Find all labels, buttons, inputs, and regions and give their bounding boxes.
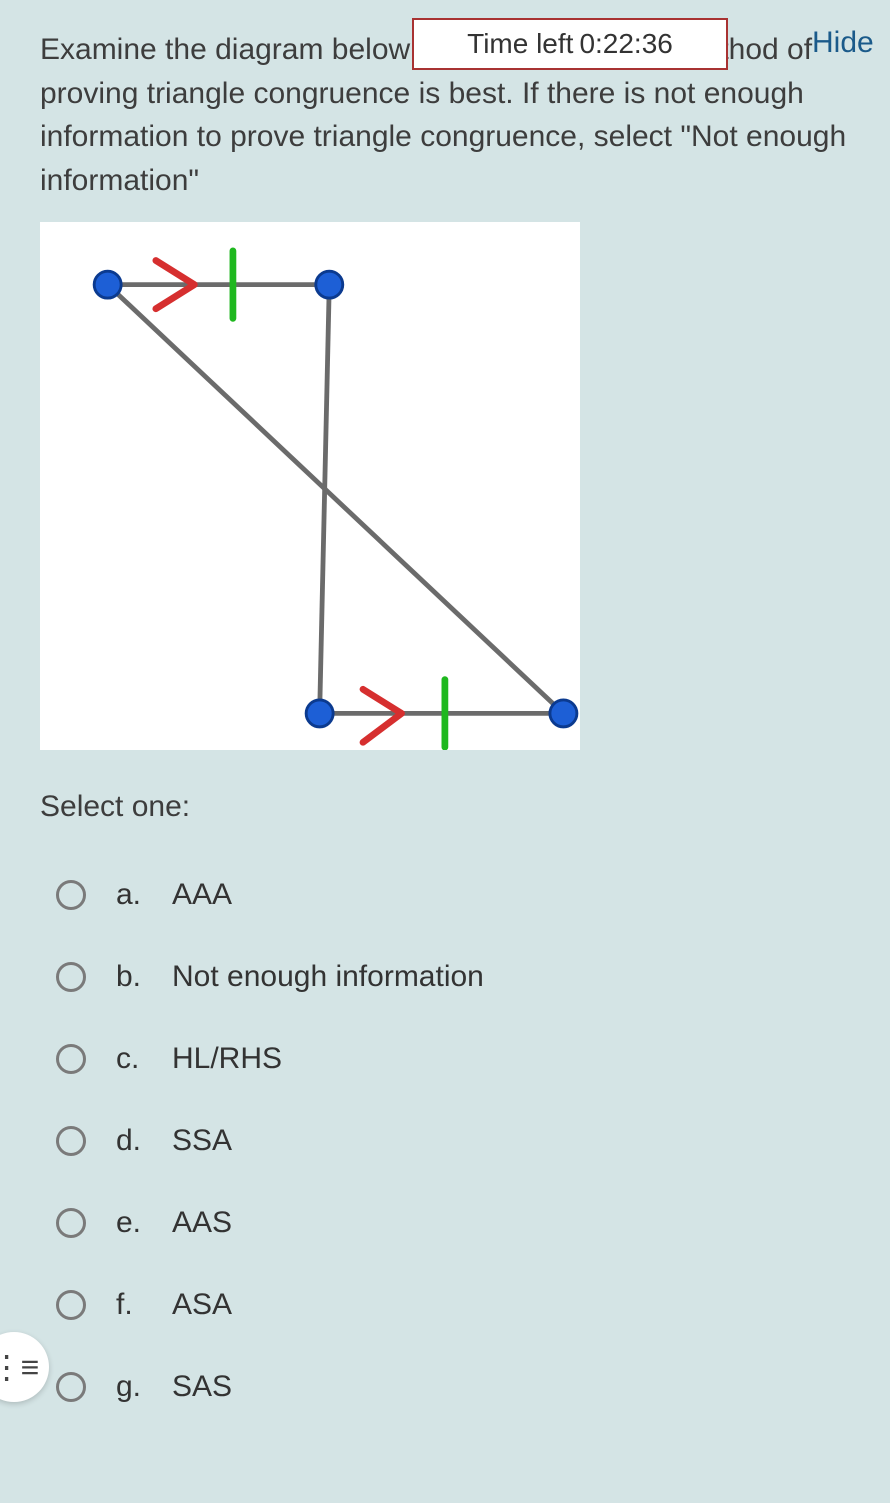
hide-timer-link[interactable]: Hide xyxy=(812,26,874,60)
option-letter: e. xyxy=(86,1206,146,1240)
radio-icon[interactable] xyxy=(56,962,86,992)
option-text: AAS xyxy=(146,1206,232,1240)
triangle-diagram xyxy=(40,222,580,750)
radio-icon[interactable] xyxy=(56,1208,86,1238)
radio-icon[interactable] xyxy=(56,1290,86,1320)
option-letter: b. xyxy=(86,960,146,994)
option-b[interactable]: b. Not enough information xyxy=(56,936,850,1018)
option-letter: d. xyxy=(86,1124,146,1158)
option-c[interactable]: c. HL/RHS xyxy=(56,1018,850,1100)
option-letter: f. xyxy=(86,1288,146,1322)
option-letter: g. xyxy=(86,1370,146,1404)
radio-icon[interactable] xyxy=(56,1044,86,1074)
option-d[interactable]: d. SSA xyxy=(56,1100,850,1182)
list-icon: ⋮≡ xyxy=(0,1351,37,1383)
option-text: Not enough information xyxy=(146,960,484,994)
option-letter: c. xyxy=(86,1042,146,1076)
options-list: a. AAA b. Not enough information c. HL/R… xyxy=(40,854,850,1428)
radio-icon[interactable] xyxy=(56,880,86,910)
option-text: ASA xyxy=(146,1288,232,1322)
option-f[interactable]: f. ASA xyxy=(56,1264,850,1346)
option-letter: a. xyxy=(86,878,146,912)
option-text: SSA xyxy=(146,1124,232,1158)
option-e[interactable]: e. AAS xyxy=(56,1182,850,1264)
option-a[interactable]: a. AAA xyxy=(56,854,850,936)
radio-icon[interactable] xyxy=(56,1372,86,1402)
option-text: SAS xyxy=(146,1370,232,1404)
timer-prefix: Time left xyxy=(467,28,573,60)
option-text: AAA xyxy=(146,878,232,912)
timer-box: Time left 0:22:36 xyxy=(412,18,728,70)
option-g[interactable]: g. SAS xyxy=(56,1346,850,1428)
option-text: HL/RHS xyxy=(146,1042,282,1076)
select-one-prompt: Select one: xyxy=(40,790,850,824)
timer-value: 0:22:36 xyxy=(579,28,672,60)
radio-icon[interactable] xyxy=(56,1126,86,1156)
